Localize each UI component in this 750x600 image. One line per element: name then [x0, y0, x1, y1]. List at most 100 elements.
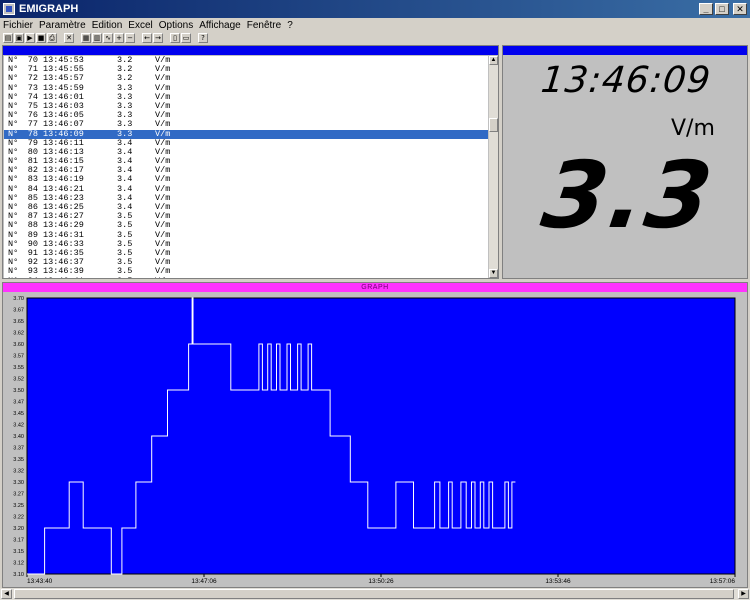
scroll-down-button[interactable]: ▼ [489, 269, 498, 278]
curve-button[interactable]: ∿ [103, 33, 113, 43]
print-button[interactable]: ⎙ [47, 33, 57, 43]
grid-button[interactable]: ▦ [81, 33, 91, 43]
toolbar-group: ▯ ▭ [170, 33, 192, 43]
help-icon: ? [201, 34, 205, 42]
display-panel: 13:46:09 V/m 3.3 [502, 45, 748, 279]
excel-icon: ✕ [66, 34, 72, 42]
open-icon: ▤ [4, 34, 12, 42]
stop-button[interactable]: ■ [36, 33, 46, 43]
menu-item-7[interactable]: ? [284, 20, 296, 31]
row-unit: V/m [155, 276, 195, 278]
graph-panel-title: GRAPH [3, 283, 747, 292]
menu-bar: Fichier Paramètre Edition Excel Options Affic… [0, 18, 750, 33]
toolbar-group: ▦ ▥ ∿ + − [81, 33, 136, 43]
open-button[interactable]: ▤ [3, 33, 13, 43]
tile-vertical-button[interactable]: ▯ [170, 33, 180, 43]
arrow-left-icon: ← [144, 34, 150, 42]
title-bar: EMIGRAPH _ □ ✕ [0, 0, 750, 18]
data-list-scrollbar[interactable]: ▲ ▼ [489, 56, 498, 278]
save-icon: ▣ [15, 34, 23, 42]
y-tick-label: 3.42 [13, 423, 24, 429]
save-button[interactable]: ▣ [14, 33, 24, 43]
table-icon: ▥ [93, 34, 101, 42]
toolbar-group: ▤ ▣ ▶ ■ ⎙ [0, 33, 58, 43]
scroll-up-button[interactable]: ▲ [489, 56, 498, 65]
y-tick-label: 3.22 [13, 515, 24, 521]
toolbar: ▤ ▣ ▶ ■ ⎙ ✕ ▦ ▥ ∿ + − ← → ▯ ▭? [0, 33, 750, 43]
arrow-right-button[interactable]: → [153, 33, 163, 43]
y-tick-label: 3.40 [13, 434, 24, 440]
menu-item-2[interactable]: Edition [89, 20, 126, 31]
y-tick-label: 3.30 [13, 480, 24, 486]
x-tick-label: 13:47:06 [191, 578, 217, 585]
toolbar-group: ← → [142, 33, 164, 43]
arrow-left-button[interactable]: ← [142, 33, 152, 43]
row-number: 94 [20, 276, 38, 278]
zoom-in-icon: + [116, 34, 122, 42]
y-tick-label: 3.15 [13, 549, 24, 555]
app-icon [3, 3, 15, 15]
display-panel-header [503, 46, 747, 55]
zoom-out-icon: − [127, 34, 133, 42]
minimize-button[interactable]: _ [699, 3, 713, 15]
zoom-in-button[interactable]: + [114, 33, 124, 43]
scroll-right-button[interactable]: ▶ [738, 589, 749, 599]
y-tick-label: 3.65 [13, 319, 24, 325]
menu-item-3[interactable]: Excel [125, 20, 155, 31]
horizontal-scroll-thumb[interactable] [14, 589, 734, 599]
print-icon: ⎙ [49, 34, 55, 42]
help-button[interactable]: ? [198, 33, 208, 43]
maximize-button[interactable]: □ [715, 3, 729, 15]
excel-button[interactable]: ✕ [64, 33, 74, 43]
tile-horizontal-icon: ▭ [182, 34, 190, 42]
y-tick-label: 3.12 [13, 561, 24, 567]
horizontal-scrollbar[interactable]: ◀ ▶ [0, 588, 750, 600]
y-tick-label: 3.37 [13, 446, 24, 452]
y-tick-label: 3.60 [13, 342, 24, 348]
y-tick-label: 3.52 [13, 377, 24, 383]
menu-item-6[interactable]: Fenêtre [244, 20, 284, 31]
graph-panel: GRAPH 3.10 3.12 3.15 3.17 3.20 3.22 3.25 3.27 3.… [2, 282, 748, 588]
y-tick-label: 3.32 [13, 469, 24, 475]
data-panel-header [3, 46, 498, 55]
row-prefix: N° [8, 276, 20, 278]
toolbar-group: ✕ [64, 33, 75, 43]
x-tick-label: 13:43:40 [27, 578, 53, 585]
y-tick-label: 3.27 [13, 492, 24, 498]
y-tick-label: 3.62 [13, 331, 24, 337]
current-time-display: 13:46:09 [539, 60, 713, 101]
close-button[interactable]: ✕ [733, 3, 747, 15]
row-time: 13:46:41 [43, 276, 117, 278]
y-tick-label: 3.20 [13, 526, 24, 532]
current-value-display: 3.3 [535, 142, 721, 249]
x-tick-label: 13:57:06 [710, 578, 736, 585]
zoom-out-button[interactable]: − [125, 33, 135, 43]
y-tick-label: 3.67 [13, 308, 24, 314]
toolbar-group: ? [198, 33, 209, 43]
play-icon: ▶ [27, 34, 33, 42]
x-tick-label: 13:53:46 [545, 578, 571, 585]
y-tick-label: 3.10 [13, 572, 24, 578]
tile-horizontal-button[interactable]: ▭ [181, 33, 191, 43]
y-tick-label: 3.17 [13, 538, 24, 544]
tile-vertical-icon: ▯ [173, 34, 177, 42]
arrow-right-icon: → [155, 34, 161, 42]
data-list[interactable]: N° 70 13:45:53 3.2 V/m N° 71 13:45:55 3.2 V/m N° 72… [4, 56, 488, 278]
y-tick-label: 3.25 [13, 503, 24, 509]
menu-item-1[interactable]: Paramètre [36, 20, 89, 31]
menu-item-0[interactable]: Fichier [0, 20, 36, 31]
y-tick-label: 3.70 [13, 296, 24, 302]
scroll-thumb[interactable] [489, 118, 498, 132]
menu-item-5[interactable]: Affichage [196, 20, 244, 31]
unit-display: V/m [671, 116, 715, 141]
scroll-left-button[interactable]: ◀ [1, 589, 12, 599]
row-value: 3.5 [117, 276, 155, 278]
y-tick-label: 3.55 [13, 365, 24, 371]
list-item[interactable]: N°94 13:46:413.5V/m [4, 276, 488, 278]
y-tick-label: 3.47 [13, 400, 24, 406]
table-button[interactable]: ▥ [92, 33, 102, 43]
menu-item-4[interactable]: Options [156, 20, 196, 31]
curve-icon: ∿ [105, 34, 111, 42]
play-button[interactable]: ▶ [25, 33, 35, 43]
window-title: EMIGRAPH [19, 3, 79, 15]
